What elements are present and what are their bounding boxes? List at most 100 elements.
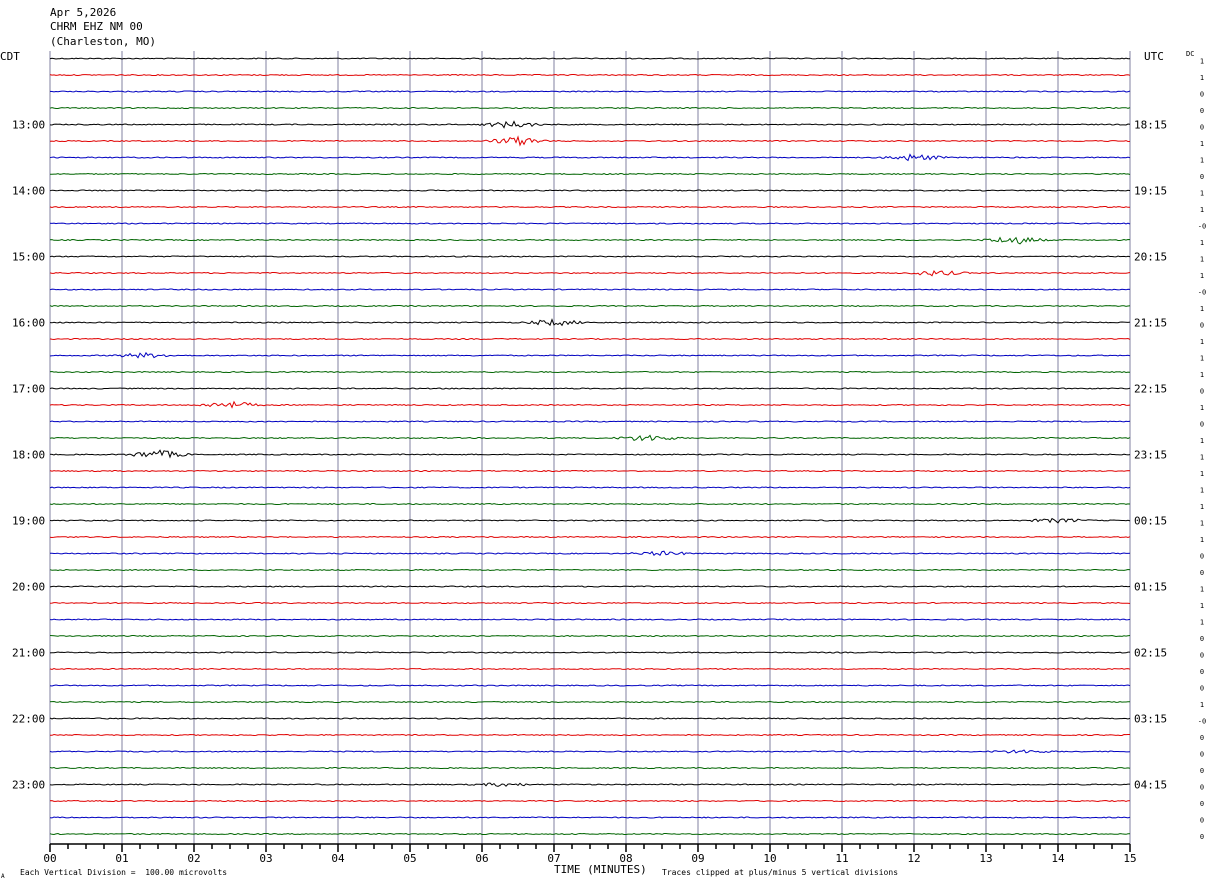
- left-hour-label: 14:00: [12, 185, 45, 198]
- dc-offset-27: 1: [1200, 503, 1204, 511]
- x-tick-label: 04: [331, 852, 345, 865]
- trace-31: [49, 568, 1131, 572]
- trace-40: [49, 717, 1131, 720]
- trace-23: [49, 434, 1131, 442]
- dc-offset-20: 0: [1200, 388, 1204, 396]
- dc-offset-19: 1: [1200, 371, 1204, 379]
- trace-45: [49, 799, 1131, 803]
- dc-offset-3: 0: [1200, 107, 1204, 115]
- dc-offset-41: 0: [1200, 734, 1204, 742]
- trace-44: [49, 782, 1130, 787]
- seismogram-chart: Apr 5,2026 CHRM EHZ NM 00 (Charleston, M…: [0, 6, 1206, 880]
- x-tick-label: 13: [979, 852, 992, 865]
- trace-30: [49, 550, 1131, 557]
- right-hour-label: 04:15: [1134, 779, 1167, 792]
- dc-offset-17: 1: [1200, 338, 1204, 346]
- footer-scale-note: Each Vertical Division = 100.00 microvol…: [20, 868, 227, 877]
- dc-offset-21: 1: [1200, 404, 1204, 412]
- right-hour-label: 00:15: [1134, 515, 1167, 528]
- vertical-grid: [49, 51, 1131, 844]
- dc-offset-38: 0: [1200, 685, 1204, 693]
- trace-15: [49, 304, 1131, 308]
- trace-9: [49, 205, 1130, 209]
- trace-41: [49, 733, 1130, 737]
- footer-clip-note: Traces clipped at plus/minus 5 vertical …: [662, 868, 898, 877]
- trace-34: [49, 618, 1131, 621]
- dc-offset-36: 0: [1200, 652, 1204, 660]
- dc-offset-10: -0: [1198, 223, 1206, 231]
- trace-4: [49, 120, 1131, 129]
- x-tick-label: 06: [475, 852, 488, 865]
- left-hour-label: 19:00: [12, 515, 45, 528]
- trace-33: [49, 601, 1131, 605]
- dc-offset-12: 1: [1200, 256, 1204, 264]
- trace-25: [49, 469, 1131, 473]
- left-hour-label: 22:00: [12, 713, 45, 726]
- trace-43: [49, 766, 1131, 770]
- x-tick-label: 10: [763, 852, 776, 865]
- hour-label-group: 13:00 14:00 15:00 16:00 17:00 18:00 19:00 20:00…: [12, 58, 1206, 842]
- dc-offset-31: 0: [1200, 569, 1204, 577]
- dc-offset-8: 1: [1200, 190, 1204, 198]
- dc-offset-40: -0: [1198, 718, 1206, 726]
- dc-offset-32: 1: [1200, 586, 1204, 594]
- dc-offset-2: 0: [1200, 91, 1204, 99]
- dc-offset-5: 1: [1200, 140, 1204, 148]
- trace-14: [49, 288, 1131, 291]
- trace-21: [49, 400, 1131, 409]
- dc-offset-22: 0: [1200, 421, 1204, 429]
- trace-18: [49, 351, 1131, 359]
- trace-37: [49, 667, 1131, 671]
- trace-42: [49, 749, 1131, 754]
- dc-offset-11: 1: [1200, 239, 1204, 247]
- trace-35: [49, 634, 1131, 638]
- trace-3: [49, 106, 1131, 110]
- trace-16: [49, 318, 1131, 327]
- dc-offset-29: 1: [1200, 536, 1204, 544]
- dc-offset-42: 0: [1200, 751, 1204, 759]
- trace-6: [49, 153, 1131, 162]
- right-hour-label: 01:15: [1134, 581, 1167, 594]
- dc-offset-30: 0: [1200, 553, 1204, 561]
- header-date: Apr 5,2026: [50, 6, 116, 19]
- left-hour-label: 21:00: [12, 647, 45, 660]
- right-hour-label: 19:15: [1134, 185, 1167, 198]
- left-hour-label: 13:00: [12, 119, 45, 132]
- dc-offset-26: 1: [1200, 487, 1204, 495]
- x-tick-label: 02: [187, 852, 200, 865]
- trace-10: [49, 222, 1131, 225]
- dc-offset-44: 0: [1200, 784, 1204, 792]
- x-tick-label: 03: [259, 852, 272, 865]
- trace-28: [49, 517, 1131, 524]
- trace-12: [49, 255, 1131, 258]
- right-hour-label: 22:15: [1134, 383, 1167, 396]
- trace-20: [49, 387, 1131, 390]
- trace-5: [49, 135, 1131, 147]
- trace-46: [49, 816, 1131, 819]
- dc-offset-14: -0: [1198, 289, 1206, 297]
- trace-17: [49, 337, 1131, 341]
- x-tick-label: 05: [403, 852, 416, 865]
- dc-offset-13: 1: [1200, 272, 1204, 280]
- dc-offset-35: 0: [1200, 635, 1204, 643]
- trace-29: [49, 535, 1131, 539]
- right-hour-label: 20:15: [1134, 251, 1167, 264]
- right-hour-label: 02:15: [1134, 647, 1167, 660]
- trace-32: [49, 585, 1131, 588]
- x-tick-label: 15: [1123, 852, 1136, 865]
- trace-27: [49, 502, 1131, 506]
- x-tick-label: 00: [43, 852, 56, 865]
- left-hour-label: 15:00: [12, 251, 45, 264]
- dc-offset-16: 0: [1200, 322, 1204, 330]
- header-station: CHRM EHZ NM 00: [50, 20, 143, 33]
- left-hour-label: 16:00: [12, 317, 45, 330]
- dc-offset-47: 0: [1200, 833, 1204, 841]
- dc-offset-4: 0: [1200, 124, 1204, 132]
- trace-22: [49, 420, 1131, 423]
- trace-19: [49, 370, 1131, 374]
- dc-offset-0: 1: [1200, 58, 1204, 66]
- right-hour-label: 18:15: [1134, 119, 1167, 132]
- x-axis: 00 01 02 03 04 05 06 07 08 09 10 11 12 13 14 15: [43, 843, 1137, 865]
- trace-26: [49, 486, 1131, 489]
- left-hour-label: 17:00: [12, 383, 45, 396]
